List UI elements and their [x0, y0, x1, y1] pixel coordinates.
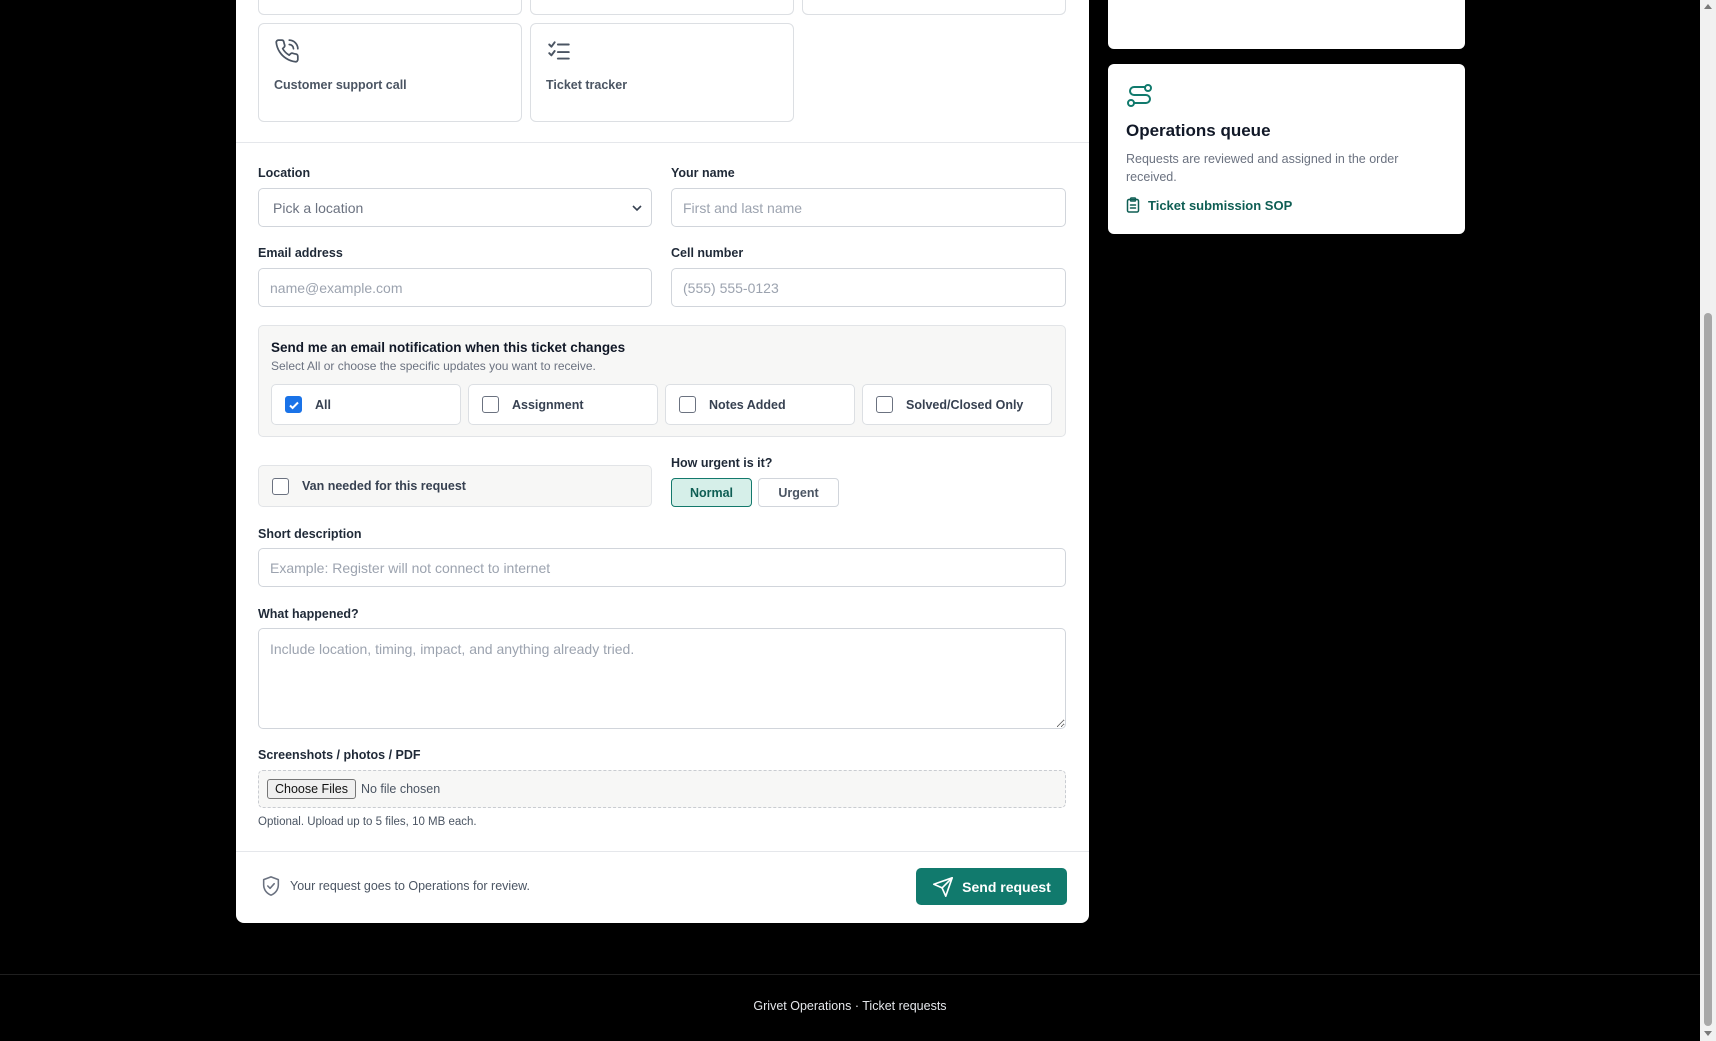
what-happened-label: What happened?: [258, 607, 359, 621]
ticket-submission-sop-link[interactable]: Ticket submission SOP: [1126, 197, 1292, 213]
choose-files-button[interactable]: Choose Files: [267, 779, 356, 799]
route-icon: [1127, 84, 1152, 107]
shield-check-icon: [262, 876, 280, 896]
tile-label: Ticket tracker: [546, 78, 628, 92]
page-footer: Grivet Operations · Ticket requests: [0, 974, 1700, 1041]
cell-input[interactable]: [671, 268, 1066, 307]
send-request-button[interactable]: Send request: [916, 868, 1067, 905]
van-label: Van needed for this request: [302, 479, 466, 493]
email-label: Email address: [258, 246, 343, 260]
footer-text: Grivet Operations · Ticket requests: [753, 999, 947, 1013]
request-type-tiles: Customer support call Ticket tracker: [236, 0, 1089, 143]
scroll-down-arrow[interactable]: [1704, 1031, 1712, 1036]
notify-option-label: Assignment: [512, 397, 584, 412]
cell-label: Cell number: [671, 246, 744, 260]
attachments-label: Screenshots / photos / PDF: [258, 748, 421, 762]
notification-title: Send me an email notification when this …: [271, 340, 626, 355]
notify-option-label: All: [315, 397, 331, 412]
name-input[interactable]: [671, 188, 1066, 227]
sop-link-text: Ticket submission SOP: [1148, 197, 1293, 213]
tile-ticket-tracker[interactable]: Ticket tracker: [530, 23, 794, 122]
notify-option-solved-closed[interactable]: Solved/Closed Only: [862, 384, 1052, 425]
name-label: Your name: [671, 166, 735, 180]
request-type-tile-partial[interactable]: [258, 0, 522, 15]
notify-option-assignment[interactable]: Assignment: [468, 384, 658, 425]
side-card-partial: [1108, 0, 1465, 49]
clipboard-icon: [1126, 197, 1140, 213]
location-label: Location: [258, 166, 311, 180]
short-description-input[interactable]: [258, 548, 1066, 587]
van-needed-toggle[interactable]: Van needed for this request: [258, 465, 652, 507]
review-note: Your request goes to Operations for revi…: [260, 875, 530, 897]
notify-option-label: Notes Added: [709, 397, 786, 412]
side-description: Requests are reviewed and assigned in th…: [1126, 152, 1399, 185]
notification-subtitle: Select All or choose the specific update…: [271, 359, 596, 373]
checkbox[interactable]: [679, 396, 696, 413]
tile-customer-support-call[interactable]: Customer support call: [258, 23, 522, 122]
what-happened-textarea[interactable]: [258, 628, 1066, 729]
attachments-help: Optional. Upload up to 5 files, 10 MB ea…: [258, 816, 477, 828]
operations-queue-card: Operations queue Requests are reviewed a…: [1108, 64, 1465, 234]
review-note-text: Your request goes to Operations for revi…: [290, 879, 530, 893]
form-footer: Your request goes to Operations for revi…: [236, 851, 1089, 923]
send-request-label: Send request: [962, 878, 1051, 895]
location-select-value: Pick a location: [273, 199, 364, 216]
urgency-normal-button[interactable]: Normal: [671, 478, 752, 507]
urgency-urgent-button[interactable]: Urgent: [758, 478, 839, 507]
ticket-form-card: Customer support call Ticket tracker Loc…: [236, 0, 1089, 923]
request-type-tile-partial[interactable]: [530, 0, 794, 15]
send-icon: [933, 876, 954, 897]
side-title: Operations queue: [1126, 121, 1271, 140]
scrollbar-thumb[interactable]: [1704, 313, 1712, 1026]
location-select[interactable]: Pick a location: [258, 188, 652, 227]
urgency-label: How urgent is it?: [671, 456, 773, 470]
checkbox[interactable]: [876, 396, 893, 413]
short-description-label: Short description: [258, 527, 362, 541]
notify-option-label: Solved/Closed Only: [906, 397, 1024, 412]
scroll-up-arrow[interactable]: [1704, 4, 1712, 9]
chevron-down-icon: [632, 205, 642, 212]
notify-option-notes-added[interactable]: Notes Added: [665, 384, 855, 425]
email-input[interactable]: [258, 268, 652, 307]
check-icon: [288, 401, 299, 409]
vertical-scrollbar[interactable]: [1700, 0, 1716, 1041]
checkbox-checked[interactable]: [285, 396, 302, 413]
phone-call-icon: [275, 39, 299, 63]
notify-option-all[interactable]: All: [271, 384, 461, 425]
notification-preferences: Send me an email notification when this …: [258, 325, 1066, 437]
tile-label: Customer support call: [274, 78, 407, 92]
van-checkbox[interactable]: [272, 477, 289, 495]
request-type-tile-partial[interactable]: [802, 0, 1066, 15]
checkbox[interactable]: [482, 396, 499, 413]
file-status: No file chosen: [360, 782, 441, 796]
checklist-icon: [548, 41, 570, 60]
file-upload[interactable]: Choose Files No file chosen: [258, 770, 1066, 808]
